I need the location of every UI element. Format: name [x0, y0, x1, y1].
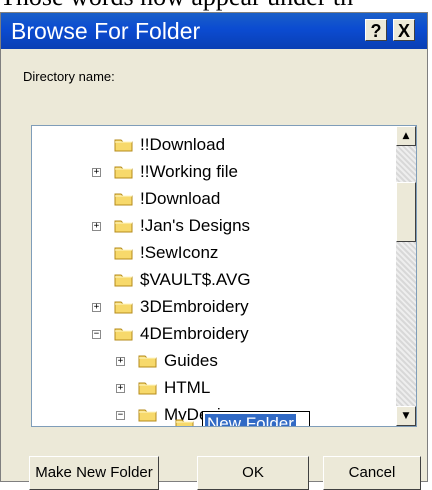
ok-button[interactable]: OK [197, 456, 309, 490]
tree-item-label: !Jan's Designs [140, 216, 251, 235]
tree-item-label: !!Working file [140, 162, 238, 181]
scroll-down-icon[interactable]: ▼ [396, 406, 416, 426]
folder-icon [114, 218, 134, 233]
tree-item-label: HTML [164, 378, 211, 397]
folder-icon [114, 245, 134, 260]
title-bar: Browse For Folder ? X [1, 13, 427, 49]
expand-icon[interactable]: + [92, 222, 101, 231]
browse-for-folder-dialog: Browse For Folder ? X Directory name: !!… [0, 12, 428, 490]
scroll-up-icon[interactable]: ▲ [396, 126, 416, 146]
window-title: Browse For Folder [11, 18, 201, 44]
expand-icon[interactable]: + [116, 357, 125, 366]
cancel-button[interactable]: Cancel [323, 456, 421, 490]
tree-item-label: 3DEmbroidery [140, 297, 249, 316]
directory-name-label: Directory name: [23, 69, 115, 84]
collapse-icon[interactable]: − [116, 411, 125, 420]
close-button[interactable]: X [393, 19, 415, 41]
tree-item-label: $VAULT$.AVG [140, 270, 251, 289]
new-folder-name[interactable]: New Folder [205, 414, 296, 426]
expand-icon[interactable]: + [116, 384, 125, 393]
folder-icon [114, 326, 134, 341]
folder-icon [138, 380, 158, 395]
tree-item-label: !!Download [140, 135, 226, 154]
folder-icon [114, 191, 134, 206]
folder-icon [114, 272, 134, 287]
tree-item-label: 4DEmbroidery [140, 324, 249, 343]
folder-icon [114, 137, 134, 152]
collapse-icon[interactable]: − [92, 330, 101, 339]
expand-icon[interactable]: + [92, 303, 101, 312]
folder-icon [175, 417, 195, 426]
help-button[interactable]: ? [365, 19, 387, 41]
folder-icon [138, 407, 158, 422]
new-folder-edit-box[interactable]: New Folder [175, 411, 310, 426]
tree-item-label: !SewIconz [140, 243, 219, 262]
expand-icon[interactable]: + [92, 168, 101, 177]
folder-tree[interactable]: !!Download + !!Working file !Download + … [31, 125, 417, 427]
tree-item-label: Guides [164, 351, 218, 370]
background-text: Those words now appear under th [0, 0, 432, 12]
folder-icon [114, 299, 134, 314]
scroll-thumb[interactable] [396, 182, 416, 242]
tree-item-label: !Download [140, 189, 221, 208]
vertical-scrollbar[interactable]: ▲ ▼ [396, 126, 416, 426]
folder-icon [114, 164, 134, 179]
make-new-folder-button[interactable]: Make New Folder [29, 456, 159, 490]
folder-icon [138, 353, 158, 368]
